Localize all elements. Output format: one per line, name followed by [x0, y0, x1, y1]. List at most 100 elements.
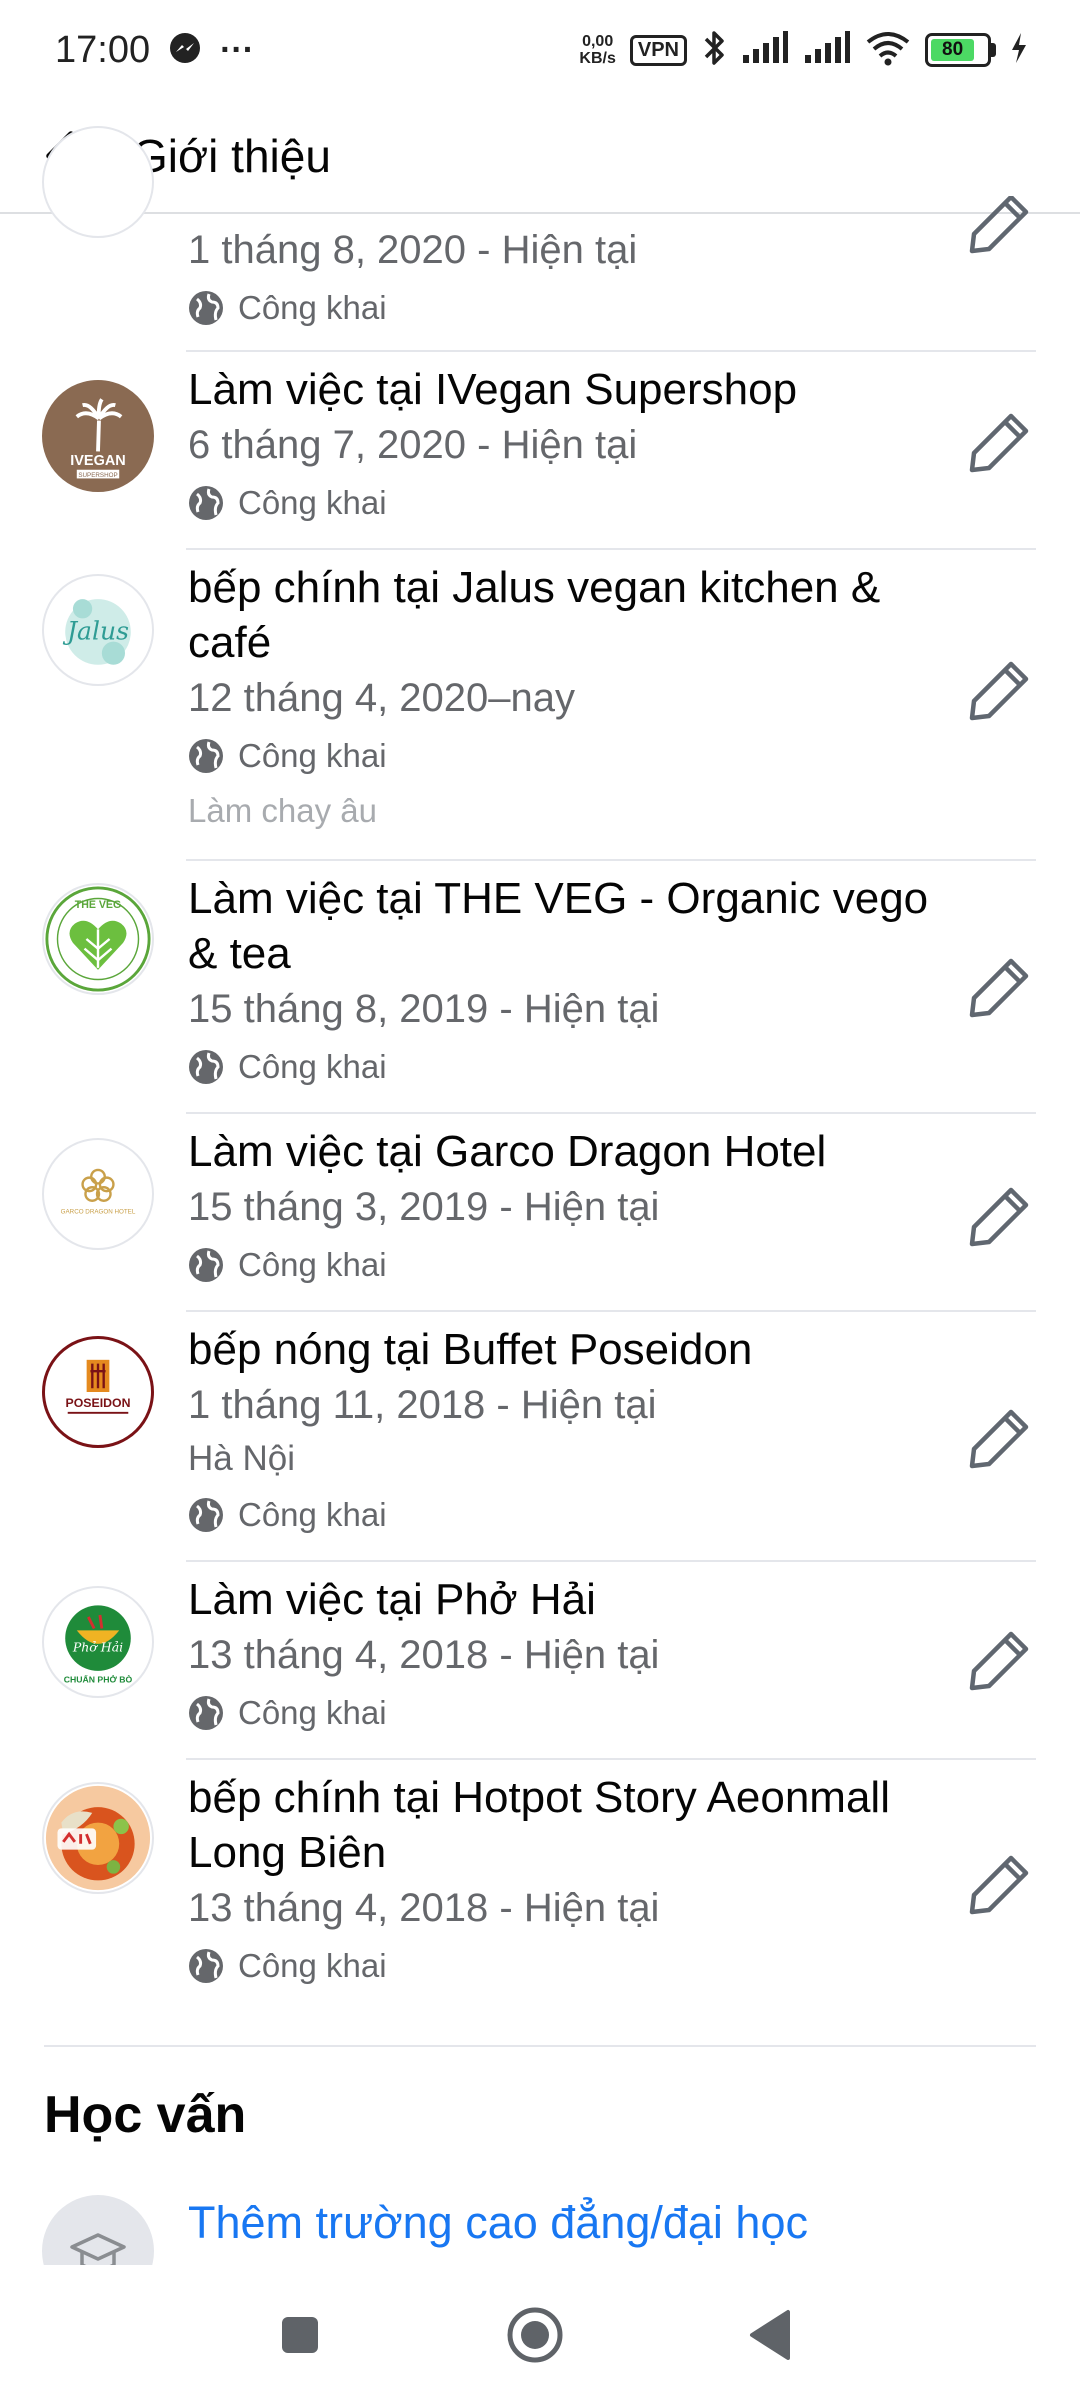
privacy-row: Công khai — [188, 1037, 940, 1097]
entry-title: Làm việc tại Phở Hải — [188, 1575, 596, 1624]
app-header: Giới thiệu — [0, 100, 1080, 214]
privacy-row: Công khai — [188, 1235, 940, 1295]
entry-title: Làm việc tại THE VEG - Organic vego & te… — [188, 874, 929, 978]
globe-icon — [189, 1696, 223, 1730]
globe-icon — [189, 1949, 223, 1983]
privacy-label: Công khai — [238, 1947, 387, 1984]
add-school-link[interactable]: Thêm trường cao đẳng/đại học — [188, 2197, 808, 2249]
entry-title: Làm việc tại IVegan Supershop — [188, 365, 798, 414]
theveg-logo: THE VEG — [42, 883, 154, 995]
entry-title: bếp chính tại Hotpot Story Aeonmall Long… — [188, 1773, 890, 1877]
signal-icon-2 — [803, 30, 851, 70]
page-title: Giới thiệu — [132, 130, 331, 182]
section-divider — [44, 2045, 1036, 2047]
triangle-back-icon — [750, 2310, 790, 2360]
jalus-logo: Jalus — [42, 574, 154, 686]
list-item[interactable]: THE VEG Làm việc tại THE VEG - Organic v… — [0, 861, 1080, 1114]
graduation-cap-icon — [42, 2195, 154, 2265]
edit-button[interactable] — [964, 1402, 1036, 1474]
svg-text:Jalus: Jalus — [62, 617, 129, 646]
entry-date: 6 tháng 7, 2020 - Hiện tại — [188, 423, 638, 467]
globe-icon — [189, 1050, 223, 1084]
entry-date: 15 tháng 3, 2019 - Hiện tại — [188, 1185, 660, 1229]
home-button[interactable] — [500, 2300, 570, 2370]
privacy-label: Công khai — [238, 1246, 387, 1283]
entry-date: 12 tháng 4, 2020–nay — [188, 676, 576, 720]
globe-icon — [189, 1498, 223, 1532]
pencil-icon — [969, 413, 1029, 473]
net-speed: 0,00 KB/s — [579, 33, 616, 67]
edit-button[interactable] — [964, 406, 1036, 478]
edit-button[interactable] — [964, 196, 1036, 256]
back-nav-button[interactable] — [736, 2300, 806, 2370]
list-item[interactable]: Phở Hải CHUẨN PHỞ BÒ Làm việc tại Phở Hả… — [0, 1562, 1080, 1760]
status-bar: 17:00 ··· 0,00 KB/s VPN 80 — [0, 0, 1080, 100]
entry-location: Hà Nội — [188, 1439, 295, 1478]
pencil-icon — [969, 196, 1029, 254]
recent-apps-button[interactable] — [265, 2300, 335, 2370]
globe-icon — [189, 291, 223, 325]
work-list: 1 tháng 8, 2020 - Hiện tại Công khai IVE… — [0, 126, 1080, 2010]
privacy-row: Công khai — [188, 726, 940, 786]
svg-text:SUPERSHOP: SUPERSHOP — [78, 472, 117, 479]
vpn-badge: VPN — [629, 34, 687, 66]
privacy-label: Công khai — [238, 484, 387, 521]
status-time: 17:00 — [55, 28, 151, 71]
list-item[interactable]: Jalus bếp chính tại Jalus vegan kitchen … — [0, 550, 1080, 861]
edit-button[interactable] — [964, 1848, 1036, 1920]
system-nav-bar — [0, 2270, 1080, 2400]
svg-text:GARCO DRAGON HOTEL: GARCO DRAGON HOTEL — [61, 1208, 136, 1215]
home-circle-icon — [507, 2307, 563, 2363]
privacy-row: Công khai — [188, 278, 940, 338]
poseidon-logo: POSEIDON — [42, 1336, 154, 1448]
edit-button[interactable] — [964, 1624, 1036, 1696]
pencil-icon — [969, 1187, 1029, 1247]
list-item[interactable]: POSEIDON bếp nóng tại Buffet Poseidon 1 … — [0, 1312, 1080, 1562]
privacy-row: Công khai — [188, 473, 940, 533]
entry-title: bếp nóng tại Buffet Poseidon — [188, 1325, 753, 1374]
entry-title: bếp chính tại Jalus vegan kitchen & café — [188, 563, 881, 667]
svg-text:CHUẨN PHỞ BÒ: CHUẨN PHỞ BÒ — [64, 1674, 133, 1685]
privacy-label: Công khai — [238, 1048, 387, 1085]
battery-icon: 80 — [925, 33, 996, 67]
entry-date: 15 tháng 8, 2019 - Hiện tại — [188, 987, 660, 1031]
globe-icon — [189, 486, 223, 520]
privacy-label: Công khai — [238, 289, 387, 326]
list-item[interactable]: IVEGAN SUPERSHOP Làm việc tại IVegan Sup… — [0, 352, 1080, 550]
globe-icon — [189, 1248, 223, 1282]
pencil-icon — [969, 1409, 1029, 1469]
bluetooth-icon — [701, 28, 727, 73]
wifi-icon — [865, 30, 911, 71]
list-item[interactable]: GARCO DRAGON HOTEL Làm việc tại Garco Dr… — [0, 1114, 1080, 1312]
privacy-row: Công khai — [188, 1936, 940, 1996]
add-school-row[interactable]: Thêm trường cao đẳng/đại học — [0, 2195, 1080, 2265]
entry-date: 13 tháng 4, 2018 - Hiện tại — [188, 1633, 660, 1677]
globe-icon — [189, 739, 223, 773]
messenger-icon — [168, 31, 202, 70]
privacy-label: Công khai — [238, 737, 387, 774]
hotpot-logo — [42, 1782, 154, 1894]
privacy-row: Công khai — [188, 1485, 940, 1545]
overflow-dots: ··· — [220, 30, 255, 69]
svg-text:Phở Hải: Phở Hải — [72, 1640, 123, 1655]
privacy-label: Công khai — [238, 1496, 387, 1533]
pencil-icon — [969, 1855, 1029, 1915]
entry-title: Làm việc tại Garco Dragon Hotel — [188, 1127, 827, 1176]
entry-date: 1 tháng 11, 2018 - Hiện tại — [188, 1383, 657, 1427]
list-item[interactable]: bếp chính tại Hotpot Story Aeonmall Long… — [0, 1760, 1080, 2010]
education-section-title: Học vấn — [44, 2086, 247, 2144]
edit-button[interactable] — [964, 1180, 1036, 1252]
privacy-label: Công khai — [238, 1694, 387, 1731]
edit-button[interactable] — [964, 951, 1036, 1023]
entry-date: 1 tháng 8, 2020 - Hiện tại — [188, 228, 638, 272]
edit-button[interactable] — [964, 654, 1036, 726]
svg-text:IVEGAN: IVEGAN — [70, 453, 125, 469]
entry-description: Làm chay âu — [188, 792, 377, 829]
partial-logo — [42, 126, 154, 238]
charging-icon — [1010, 32, 1028, 69]
square-icon — [282, 2317, 318, 2353]
svg-text:THE VEG: THE VEG — [75, 899, 122, 911]
signal-icon — [741, 30, 789, 70]
garco-logo: GARCO DRAGON HOTEL — [42, 1138, 154, 1250]
entry-date: 13 tháng 4, 2018 - Hiện tại — [188, 1886, 660, 1930]
